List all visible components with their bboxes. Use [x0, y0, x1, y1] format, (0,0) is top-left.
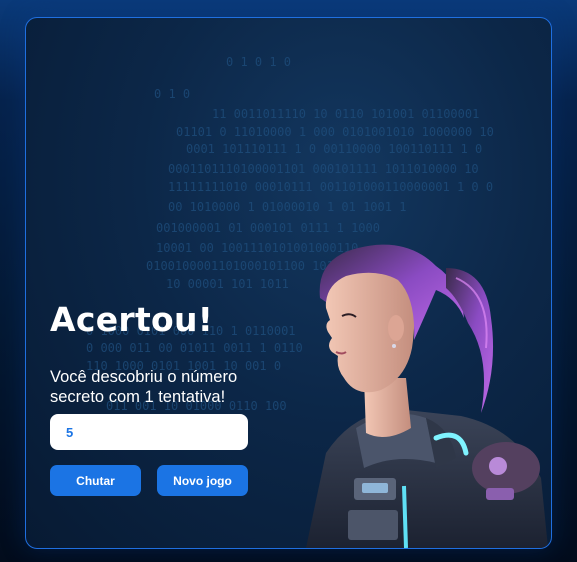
- binary-line: 0001 101110111 1 0 00110000 100110111 1 …: [186, 142, 483, 156]
- binary-line: 11 0011011110 10 0110 101001 01100001: [212, 107, 480, 121]
- binary-line: 10 00001 101 1011: [166, 277, 289, 291]
- binary-line: 00 1010000 1 01000010 1 01 1001 1: [168, 200, 407, 214]
- game-card: 0 1 0 1 0 0 1 0 11 0011011110 10 0110 10…: [25, 17, 552, 549]
- result-message: Você descobriu o número secreto com 1 te…: [50, 368, 238, 406]
- hacker-woman-illustration: [306, 244, 548, 548]
- new-game-button[interactable]: Novo jogo: [157, 465, 248, 496]
- binary-line: 0001101110100001101 000101111 1011010000…: [168, 162, 479, 176]
- binary-line: 0 1 0 1 0: [226, 55, 292, 69]
- result-title: Acertou!: [50, 300, 214, 339]
- binary-line: 0 1 0: [154, 87, 191, 101]
- binary-line: 01101 0 11010000 1 000 0101001010 100000…: [176, 125, 494, 139]
- binary-line: 11111111010 00010111 001101000110000001 …: [168, 180, 494, 194]
- guess-input[interactable]: [50, 414, 248, 450]
- guess-button[interactable]: Chutar: [50, 465, 141, 496]
- binary-line: 0 000 011 00 01011 0011 1 0110: [86, 341, 303, 355]
